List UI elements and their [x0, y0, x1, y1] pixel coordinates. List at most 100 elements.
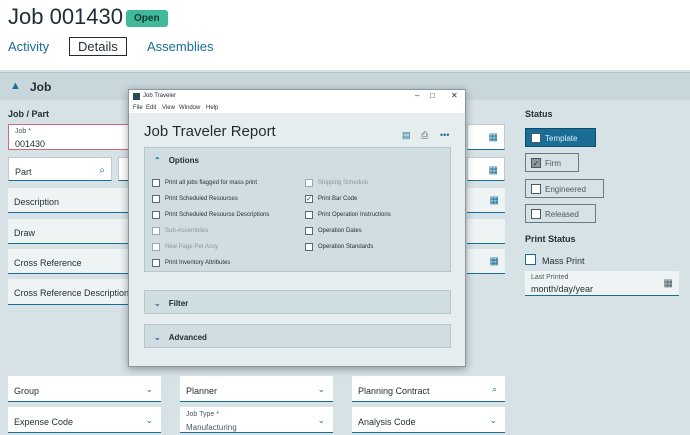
tab-activity[interactable]: Activity [8, 39, 49, 54]
menu-edit[interactable]: Edit [146, 105, 156, 111]
date-field-3[interactable]: ▦ [467, 188, 505, 213]
firm-toggle[interactable]: ✓ Firm [525, 153, 579, 172]
job-field[interactable]: Job * 001430 [8, 124, 130, 150]
checkbox[interactable] [152, 259, 160, 267]
checkmark-icon: ✓ [531, 158, 541, 168]
expense-code-dropdown[interactable]: Expense Code ⌄ [8, 407, 161, 433]
search-icon[interactable]: ⌕ [99, 165, 105, 176]
template-label: Template [545, 134, 578, 143]
calendar-icon[interactable]: ▦ [490, 256, 499, 267]
option-label: Operation Dates [318, 228, 362, 234]
checkbox[interactable] [152, 195, 160, 203]
report-title: Job Traveler Report [144, 123, 276, 140]
planner-dropdown[interactable]: Planner ⌄ [180, 376, 333, 402]
mass-print-checkbox[interactable] [525, 254, 536, 265]
minimize-icon[interactable]: – [415, 91, 419, 100]
menu-view[interactable]: View [162, 105, 175, 111]
search-icon[interactable]: ⌕ [492, 384, 497, 395]
filter-panel[interactable]: ⌄ Filter [144, 290, 451, 314]
expense-code-label: Expense Code [14, 417, 74, 427]
last-printed-value: month/day/year [531, 284, 594, 294]
checkbox[interactable] [152, 179, 160, 187]
option-label: Print Inventory Attributes [165, 260, 231, 266]
released-toggle[interactable]: Released [525, 204, 596, 223]
menu-help[interactable]: Help [206, 105, 218, 111]
status-badge: Open [126, 10, 168, 27]
chevron-down-icon: ⌄ [145, 384, 153, 394]
chevron-up-icon: ⌃ [154, 156, 161, 165]
tab-assemblies[interactable]: Assemblies [147, 39, 213, 54]
date-field-2[interactable]: ▦ [467, 157, 505, 181]
engineered-label: Engineered [545, 185, 586, 194]
planner-label: Planner [186, 386, 218, 396]
description-field[interactable]: Description [8, 188, 130, 213]
last-printed-label: Last Printed [531, 274, 569, 281]
calendar-icon[interactable]: ▦ [489, 132, 498, 143]
checkbox[interactable] [305, 227, 313, 235]
engineered-toggle[interactable]: Engineered [525, 179, 604, 198]
checkbox[interactable] [152, 211, 160, 219]
chevron-down-icon: ⌄ [154, 299, 161, 308]
maximize-icon[interactable]: □ [430, 91, 435, 100]
option-label: Print Bar Code [318, 196, 358, 202]
print-icon[interactable]: ⎙ [421, 130, 428, 141]
advanced-header[interactable]: ⌄ Advanced [154, 333, 207, 342]
calendar-icon[interactable]: ▦ [664, 278, 673, 289]
menu-file[interactable]: File [133, 105, 143, 111]
job-field-label: Job * [15, 128, 31, 135]
cross-reference-description-label: Cross Reference Description [14, 288, 130, 298]
firm-label: Firm [545, 159, 561, 168]
checkbox[interactable] [305, 179, 313, 187]
checkbox[interactable] [305, 243, 313, 251]
option-label: Print all jobs flagged for mass print [165, 180, 258, 186]
chevron-down-icon: ⌄ [489, 415, 497, 425]
advanced-panel[interactable]: ⌄ Advanced [144, 324, 451, 348]
checkbox [531, 184, 541, 194]
job-field-value: 001430 [15, 139, 46, 149]
checkbox[interactable] [305, 211, 313, 219]
options-panel: ⌃ Options Print all jobs flagged for mass… [144, 147, 451, 272]
tab-details[interactable]: Details [69, 37, 127, 56]
group-dropdown[interactable]: Group ⌄ [8, 376, 161, 402]
checkbox [531, 133, 541, 143]
calendar-icon[interactable]: ▦ [490, 195, 499, 206]
planning-contract-field[interactable]: Planning Contract ⌕ [352, 376, 505, 402]
preview-icon[interactable]: ▤ [402, 130, 411, 141]
field-4[interactable] [467, 219, 505, 244]
checkmark-icon[interactable]: ✓ [305, 195, 313, 203]
option-label: Print Scheduled Resource Descriptions [165, 212, 270, 218]
part-field[interactable]: Part ⌕ [8, 157, 112, 181]
more-icon[interactable]: ••• [440, 130, 449, 140]
checkbox[interactable] [152, 243, 160, 251]
draw-label: Draw [14, 228, 36, 238]
menu-window[interactable]: Window [179, 105, 200, 111]
top-header: Job 001430 Open Activity Details Assembl… [0, 0, 690, 70]
template-toggle[interactable]: Template [525, 128, 596, 147]
job-type-dropdown[interactable]: Job Type * Manufacturing ⌄ [180, 407, 333, 433]
window-titlebar[interactable]: Job Traveler – □ ✕ [129, 90, 465, 103]
cross-reference-field[interactable]: Cross Reference [8, 249, 130, 274]
last-printed-field[interactable]: Last Printed month/day/year ▦ [525, 271, 679, 296]
chevron-up-icon: ▲ [10, 80, 21, 92]
analysis-code-dropdown[interactable]: Analysis Code ⌄ [352, 407, 505, 433]
option-label: New Page Per Assy [165, 244, 219, 250]
option-label: Print Scheduled Resources [165, 196, 238, 202]
option-label: Operation Standards [318, 244, 374, 250]
group-label: Group [14, 386, 40, 396]
status-title: Status [525, 109, 553, 119]
options-header[interactable]: ⌃ Options [154, 156, 199, 165]
calendar-icon[interactable]: ▦ [489, 165, 498, 176]
print-status-title: Print Status [525, 234, 576, 244]
planning-contract-label: Planning Contract [358, 386, 430, 396]
description-label: Description [14, 197, 60, 207]
date-field-5[interactable]: ▦ [467, 249, 505, 274]
options-label: Options [168, 156, 199, 165]
menu-bar: File Edit View Window Help [129, 103, 465, 113]
draw-field[interactable]: Draw [8, 219, 130, 244]
cross-reference-description-field[interactable]: Cross Reference Description [8, 279, 130, 305]
filter-header[interactable]: ⌄ Filter [154, 299, 188, 308]
date-field-1[interactable]: ▦ [467, 124, 505, 150]
checkbox[interactable] [152, 227, 160, 235]
part-label: Part [15, 167, 32, 177]
close-icon[interactable]: ✕ [451, 91, 458, 100]
